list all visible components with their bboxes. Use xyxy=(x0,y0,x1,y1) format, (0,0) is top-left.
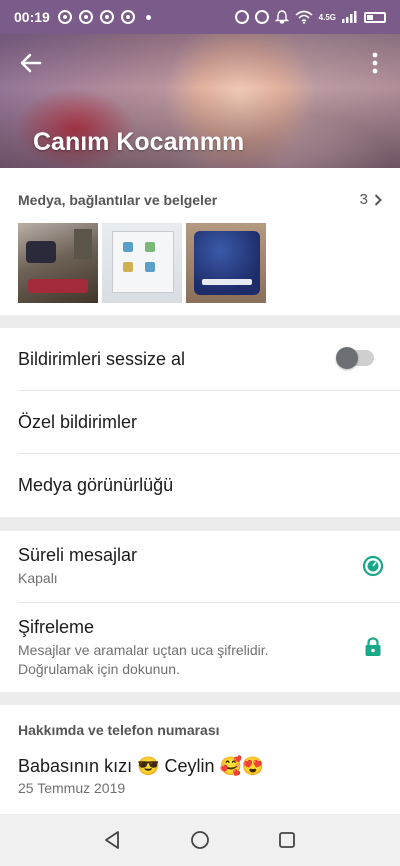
media-count: 3 xyxy=(359,191,368,208)
custom-notifications-label: Özel bildirimler xyxy=(18,412,138,432)
circle-home-icon[interactable] xyxy=(188,828,212,852)
signal-icon xyxy=(342,11,357,23)
chrome-icon xyxy=(57,10,72,24)
arrow-left-icon[interactable] xyxy=(18,50,44,76)
chrome-icon xyxy=(99,10,114,24)
lock-icon xyxy=(365,637,381,656)
media-visibility-row[interactable]: Medya görünürlüğü xyxy=(0,454,400,517)
bell-icon xyxy=(274,10,289,24)
media-thumbnail[interactable] xyxy=(18,223,98,303)
mute-toggle[interactable] xyxy=(336,347,374,369)
battery-icon xyxy=(364,11,386,23)
encryption-row[interactable]: Şifreleme Mesajlar ve aramalar uçtan uca… xyxy=(0,603,400,692)
chevron-right-icon xyxy=(374,193,382,206)
about-heading: Hakkımda ve telefon numarası xyxy=(18,722,220,738)
contact-photo-header[interactable]: Canım Kocammm xyxy=(0,34,400,168)
media-thumbnails xyxy=(18,223,266,303)
status-bar: 00:19 4.5G xyxy=(0,0,400,34)
media-thumbnail[interactable] xyxy=(102,223,182,303)
data-saver-icon xyxy=(254,10,269,24)
notification-dot xyxy=(145,14,151,20)
media-count-button[interactable]: 3 xyxy=(360,191,382,208)
media-heading: Medya, bağlantılar ve belgeler xyxy=(18,192,218,208)
mute-notifications-row[interactable]: Bildirimleri sessize al xyxy=(0,328,400,391)
timer-icon xyxy=(362,555,384,577)
chrome-icon xyxy=(120,10,135,24)
media-visibility-label: Medya görünürlüğü xyxy=(18,475,174,495)
encryption-line-2: Doğrulamak için dokunun. xyxy=(18,661,180,677)
contact-name: Canım Kocammm xyxy=(33,128,245,156)
about-section[interactable]: Hakkımda ve telefon numarası Babasının k… xyxy=(0,705,400,814)
about-date: 25 Temmuz 2019 xyxy=(18,780,126,796)
media-thumbnail[interactable] xyxy=(186,223,266,303)
mute-label: Bildirimleri sessize al xyxy=(18,349,186,369)
chrome-icon xyxy=(78,10,93,24)
triangle-back-icon[interactable] xyxy=(101,828,125,852)
clock: 00:19 xyxy=(14,9,50,25)
network-type: 4.5G xyxy=(318,12,336,22)
privacy-settings: Süreli mesajlar Kapalı Şifreleme Mesajla… xyxy=(0,531,400,692)
notification-settings: Bildirimleri sessize al Özel bildirimler… xyxy=(0,328,400,517)
wifi-icon xyxy=(295,10,313,24)
disappearing-title: Süreli mesajlar xyxy=(18,545,138,565)
encryption-line-1: Mesajlar ve aramalar uçtan uca şifrelidi… xyxy=(18,642,269,658)
square-recents-icon[interactable] xyxy=(275,828,299,852)
disappearing-status: Kapalı xyxy=(18,570,58,586)
more-vert-icon[interactable] xyxy=(364,50,386,76)
custom-notifications-row[interactable]: Özel bildirimler xyxy=(0,391,400,454)
alarm-icon xyxy=(234,10,249,24)
system-nav-bar xyxy=(0,814,400,866)
media-section[interactable]: Medya, bağlantılar ve belgeler 3 xyxy=(0,168,400,315)
encryption-title: Şifreleme xyxy=(18,617,95,637)
disappearing-messages-row[interactable]: Süreli mesajlar Kapalı xyxy=(0,531,400,602)
about-text: Babasının kızı 😎 Ceylin 🥰😍 xyxy=(18,756,265,776)
